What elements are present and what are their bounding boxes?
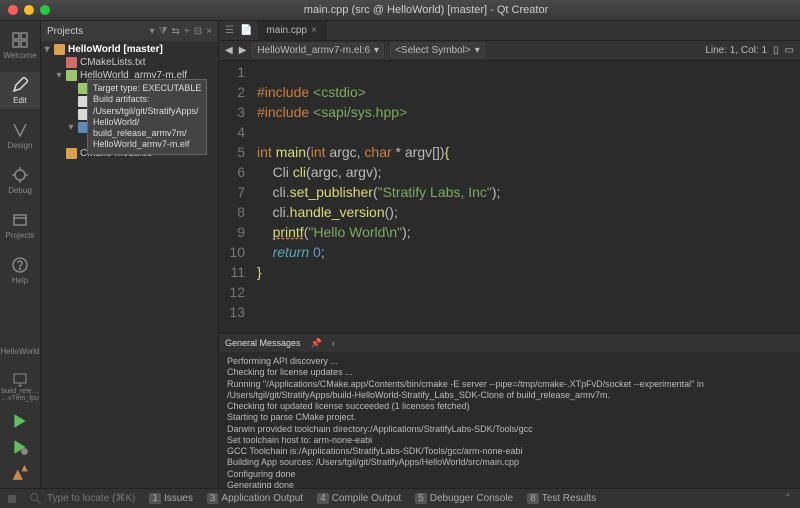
project-tree[interactable]: ▾ HelloWorld [master] CMakeLists.txt▾Hel… — [41, 41, 218, 162]
sync-icon[interactable]: ⇆ — [172, 26, 180, 37]
status-item[interactable]: 5Debugger Console — [415, 493, 513, 504]
split-v-icon[interactable]: ▭ — [785, 45, 794, 56]
window-title: main.cpp (src @ HelloWorld) [master] - Q… — [60, 4, 792, 16]
filter-icon[interactable]: ▾ — [150, 26, 155, 37]
tab-label: main.cpp — [266, 25, 307, 36]
messages-body[interactable]: Performing API discovery ... Checking fo… — [219, 352, 800, 488]
chevron-up-icon[interactable]: ⌃ — [784, 493, 792, 504]
search-icon — [30, 493, 41, 504]
add-icon[interactable]: + — [184, 26, 190, 37]
mode-bar: Welcome Edit Design Debug Projects Help … — [0, 21, 41, 488]
editor-toolbar: ◀ ▶ HelloWorld_armv7-m.el:6▾ <Select Sym… — [219, 41, 800, 61]
file-combo[interactable]: HelloWorld_armv7-m.el:6▾ — [252, 43, 384, 58]
editor-tab-main[interactable]: main.cpp × — [258, 21, 325, 40]
chevron-down-icon: ▾ — [475, 45, 480, 56]
editor-area: ☰ 📄 main.cpp × ◀ ▶ HelloWorld_armv7-m.el… — [219, 21, 800, 488]
split-h-icon[interactable]: ▯ — [773, 45, 779, 56]
nav-fwd-icon[interactable]: ▶ — [239, 45, 247, 56]
messages-tab[interactable]: General Messages — [225, 338, 301, 348]
kit-selector[interactable]: HelloWorld build_rele… …v7em_fpu — [0, 336, 40, 488]
mode-debug[interactable]: Debug — [0, 162, 40, 199]
gutter: 12345678910111213 — [219, 61, 253, 333]
chevron-right-icon[interactable]: › — [332, 338, 335, 348]
file-icon: 📄 — [240, 25, 252, 36]
mode-welcome[interactable]: Welcome — [0, 27, 40, 64]
tree-item-label: CMakeLists.txt — [80, 57, 146, 68]
chevron-down-icon: ▾ — [374, 45, 379, 56]
titlebar: main.cpp (src @ HelloWorld) [master] - Q… — [0, 0, 800, 21]
tree-root[interactable]: ▾ HelloWorld [master] — [41, 43, 218, 56]
status-bar: Type to locate (⌘K) 1Issues 3Application … — [0, 488, 800, 508]
mode-help[interactable]: Help — [0, 252, 40, 289]
mode-projects[interactable]: Projects — [0, 207, 40, 244]
status-item[interactable]: 1Issues — [149, 493, 192, 504]
chevron-down-icon[interactable]: ▾ — [43, 44, 51, 55]
status-item[interactable]: 3Application Output — [207, 493, 303, 504]
mode-edit[interactable]: Edit — [0, 72, 40, 109]
symbol-combo[interactable]: <Select Symbol>▾ — [390, 43, 485, 58]
mode-design[interactable]: Design — [0, 117, 40, 154]
line-col-label: Line: 1, Col: 1 — [705, 45, 767, 56]
chevron-icon[interactable]: ▾ — [55, 70, 63, 81]
chevron-icon[interactable]: ▾ — [67, 122, 75, 133]
monitor-icon — [12, 372, 28, 388]
tree-item[interactable]: CMakeLists.txt — [41, 56, 218, 69]
run-debug-icon[interactable] — [11, 438, 29, 456]
folder-icon — [54, 44, 65, 55]
zoom-window-icon[interactable] — [40, 5, 50, 15]
close-window-icon[interactable] — [8, 5, 18, 15]
cmake-icon — [66, 57, 77, 68]
minimize-window-icon[interactable] — [24, 5, 34, 15]
nav-back-icon[interactable]: ◀ — [225, 45, 233, 56]
pin-icon[interactable]: 📌 — [311, 338, 322, 349]
projects-pane-title: Projects — [47, 26, 83, 37]
debug-icon — [11, 166, 29, 184]
welcome-icon — [11, 31, 29, 49]
code-text[interactable]: #include <cstdio>#include <sapi/sys.hpp>… — [253, 61, 504, 333]
bookmark-icon[interactable]: ☰ — [225, 25, 234, 36]
build-icon[interactable] — [11, 464, 29, 482]
run-icon[interactable] — [11, 412, 29, 430]
edit-icon — [11, 76, 29, 94]
status-square-icon[interactable] — [8, 495, 16, 503]
locator[interactable]: Type to locate (⌘K) — [30, 493, 135, 504]
close-tab-icon[interactable]: × — [311, 25, 317, 36]
help-icon — [11, 256, 29, 274]
folder-icon — [66, 148, 77, 159]
code-editor[interactable]: 12345678910111213 #include <cstdio>#incl… — [219, 61, 800, 333]
projects-icon — [11, 211, 29, 229]
design-icon — [11, 121, 29, 139]
status-item[interactable]: 4Compile Output — [317, 493, 401, 504]
build-artifacts-tooltip: Target type: EXECUTABLE Build artifacts:… — [87, 79, 207, 155]
status-item[interactable]: 8Test Results — [527, 493, 596, 504]
split-icon[interactable]: ⊟ — [194, 26, 202, 37]
close-pane-icon[interactable]: × — [206, 26, 212, 37]
elf-icon — [66, 70, 77, 81]
editor-tabs: ☰ 📄 main.cpp × — [219, 21, 800, 41]
messages-pane: General Messages 📌 › Performing API disc… — [219, 333, 800, 488]
funnel-icon[interactable]: ⧩ — [159, 26, 168, 37]
projects-pane: Projects ▾ ⧩ ⇆ + ⊟ × ▾ HelloWorld [maste… — [41, 21, 219, 488]
